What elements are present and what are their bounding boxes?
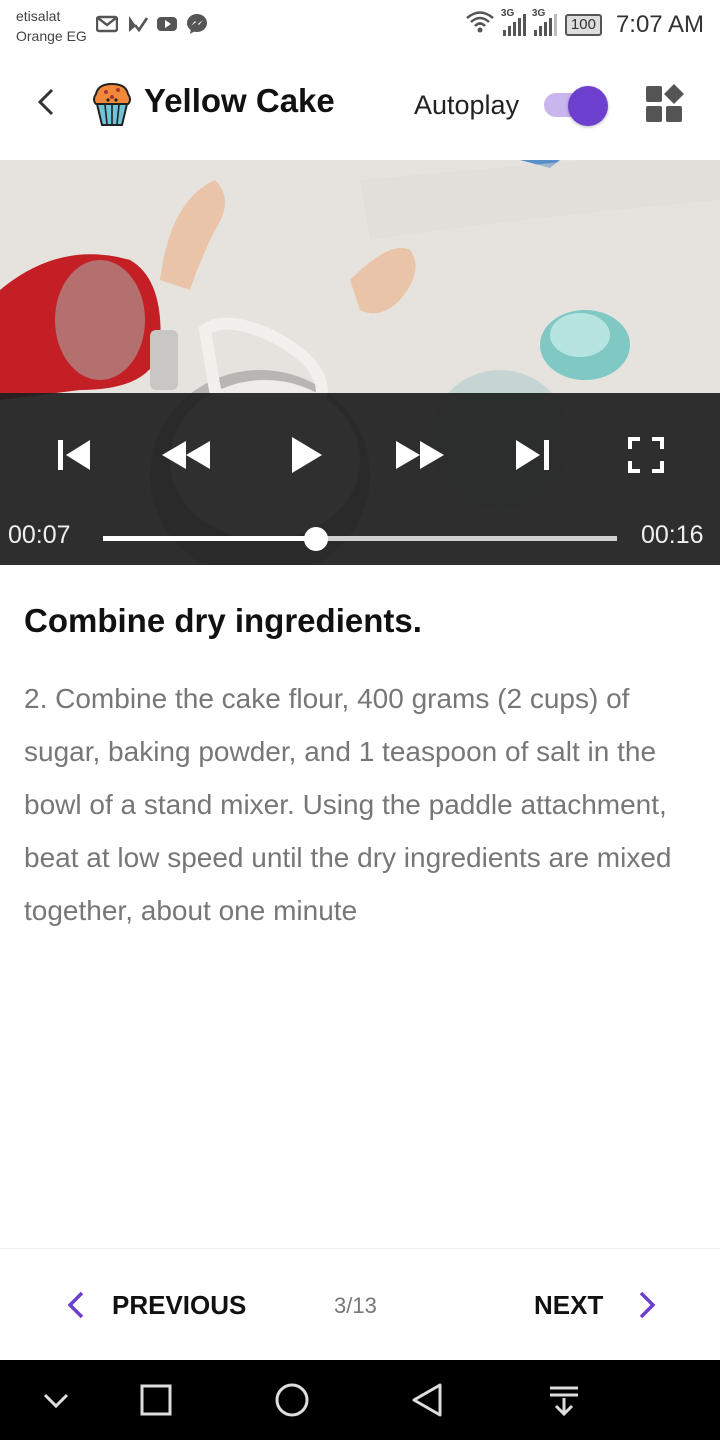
back-button[interactable]: [30, 84, 66, 120]
notification-icons: [95, 14, 208, 34]
carrier-name: etisalat: [16, 8, 61, 24]
wifi-icon: [465, 10, 495, 39]
chevron-left-icon: [67, 1291, 84, 1319]
skip-previous-icon: [58, 440, 90, 470]
previous-label: PREVIOUS: [112, 1289, 247, 1320]
rewind-icon: [162, 441, 210, 469]
recents-button[interactable]: [136, 1380, 176, 1420]
home-button[interactable]: [272, 1380, 312, 1420]
skip-next-button[interactable]: [510, 431, 558, 479]
app-bar: Yellow Cake Autoplay: [0, 52, 720, 160]
video-controls: 00:07 00:16: [0, 393, 720, 565]
rewind-button[interactable]: [160, 431, 210, 479]
system-navigation-bar: [0, 1360, 720, 1440]
fullscreen-button[interactable]: [622, 431, 670, 479]
gmail-icon: [95, 14, 119, 34]
status-right: 3G 3G 100 7:07 AM: [465, 8, 704, 39]
fullscreen-icon: [628, 437, 664, 473]
triangle-back-icon: [412, 1383, 442, 1417]
network-type-1: 3G: [500, 7, 515, 19]
video-player[interactable]: 00:07 00:16: [0, 160, 720, 565]
youtube-icon: [156, 14, 178, 34]
step-title: Combine dry ingredients.: [24, 602, 422, 639]
fast-forward-button[interactable]: [394, 431, 444, 479]
duration-time: 00:16: [641, 521, 704, 549]
step-navigation: PREVIOUS 3/13 NEXT: [0, 1248, 720, 1360]
square-icon: [140, 1384, 172, 1416]
carrier-info: etisalat Orange EG: [16, 6, 87, 46]
status-clock: 7:07 AM: [615, 10, 704, 38]
page-indicator: 3/13: [334, 1293, 377, 1318]
grid-icon: [646, 84, 684, 122]
circle-icon: [275, 1383, 309, 1417]
messenger-icon: [186, 14, 208, 34]
page-title: Yellow Cake: [144, 82, 335, 119]
skip-previous-button[interactable]: [50, 431, 98, 479]
app-root: etisalat Orange EG 3G 3G 100 7:07 AM Yel…: [0, 0, 720, 1440]
hide-nav-button[interactable]: [36, 1380, 76, 1420]
chevron-right-icon: [640, 1291, 656, 1319]
network-type-2: 3G: [531, 7, 546, 19]
skip-next-icon: [516, 440, 549, 470]
chevron-down-icon: [43, 1393, 69, 1409]
carrier-secondary: Orange EG: [16, 28, 87, 44]
status-bar: etisalat Orange EG 3G 3G 100 7:07 AM: [0, 0, 720, 52]
check-app-icon: [126, 14, 149, 34]
autoplay-toggle[interactable]: [542, 86, 610, 126]
previous-button[interactable]: PREVIOUS: [60, 1285, 246, 1325]
signal-icon-1: 3G: [501, 8, 526, 36]
chevron-left-icon: [37, 88, 54, 116]
pull-down-icon: [550, 1386, 578, 1417]
play-button[interactable]: [282, 431, 330, 479]
current-time: 00:07: [8, 521, 71, 549]
steps-grid-button[interactable]: [644, 84, 684, 124]
autoplay-label: Autoplay: [414, 90, 520, 120]
toggle-thumb: [568, 86, 608, 126]
seek-bar-progress: [103, 536, 316, 541]
fast-forward-icon: [396, 441, 444, 469]
step-description: 2. Combine the cake flour, 400 grams (2 …: [24, 683, 672, 926]
next-label: NEXT: [534, 1289, 604, 1320]
signal-icon-2: 3G: [532, 8, 557, 36]
cupcake-logo-icon: [88, 78, 136, 128]
play-icon: [292, 437, 322, 473]
battery-indicator: 100: [564, 13, 602, 36]
next-button[interactable]: NEXT: [534, 1285, 663, 1325]
seek-thumb[interactable]: [304, 527, 328, 551]
notifications-pull-button[interactable]: [544, 1380, 584, 1420]
system-back-button[interactable]: [408, 1380, 448, 1420]
